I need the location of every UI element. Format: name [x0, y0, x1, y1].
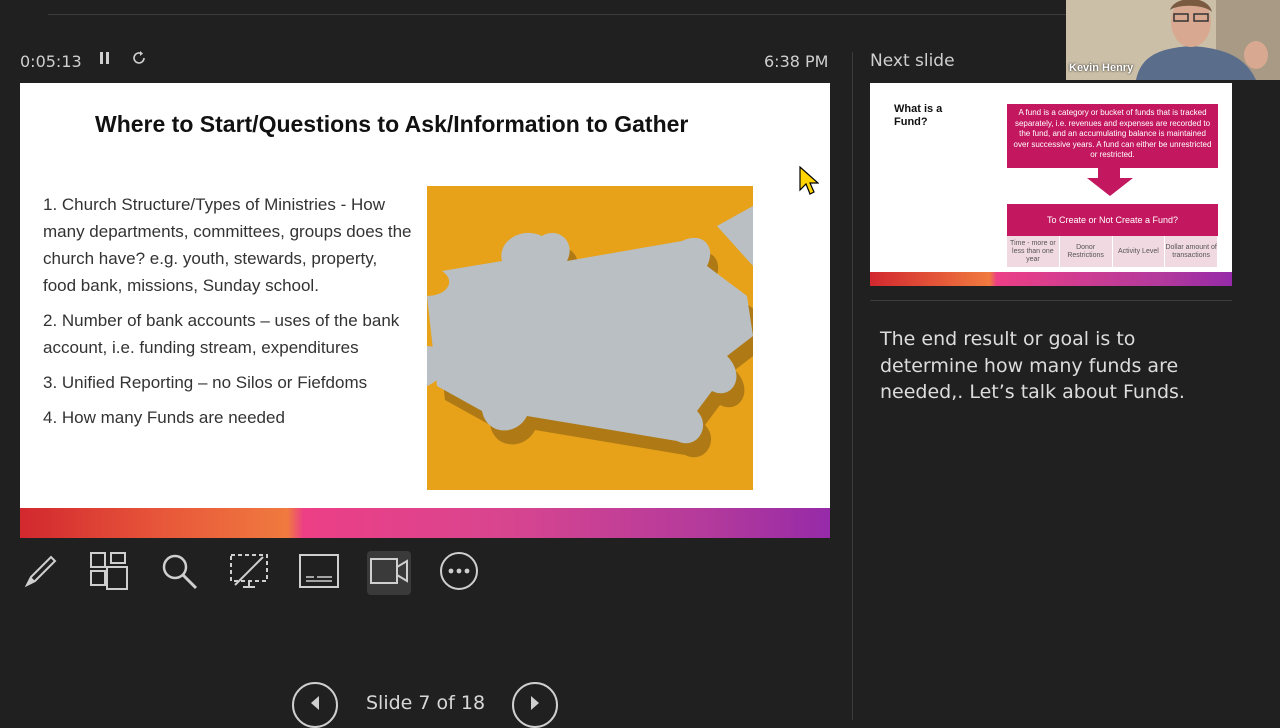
- list-item: 4. How many Funds are needed: [43, 408, 285, 427]
- elapsed-timer: 0:05:13: [20, 52, 82, 71]
- previous-slide-icon: [308, 695, 322, 715]
- criteria-cell: Activity Level: [1113, 236, 1166, 267]
- decision-box: To Create or Not Create a Fund?: [1007, 204, 1218, 236]
- camera-icon: [369, 556, 409, 590]
- subtitles-icon: [298, 553, 340, 593]
- zoom-icon: [159, 551, 199, 595]
- next-slide-footer-bar: [870, 272, 1232, 286]
- restart-icon[interactable]: [131, 50, 147, 70]
- subtitles-button[interactable]: [298, 552, 340, 594]
- slide-bullet-list: 1. Church Structure/Types of Ministries …: [43, 191, 413, 439]
- next-slide-preview[interactable]: What is a Fund? A fund is a category or …: [870, 83, 1232, 286]
- current-time: 6:38 PM: [764, 52, 829, 71]
- speaker-notes[interactable]: The end result or goal is to determine h…: [880, 326, 1220, 406]
- previous-slide-button[interactable]: [292, 682, 338, 728]
- participant-name: Kevin Henry: [1069, 62, 1134, 74]
- laser-pointer-icon: [229, 551, 269, 595]
- puzzle-pieces-image: [427, 186, 753, 490]
- more-options-button[interactable]: [438, 552, 480, 594]
- list-item: 3. Unified Reporting – no Silos or Fiefd…: [43, 373, 368, 392]
- criteria-cell: Dollar amount of transactions: [1165, 236, 1218, 267]
- slide-footer-bar: [20, 508, 830, 538]
- pen-tool-button[interactable]: [20, 552, 62, 594]
- list-item: 1. Church Structure/Types of Ministries …: [43, 195, 412, 295]
- pause-icon[interactable]: [98, 50, 112, 70]
- zoom-button[interactable]: [158, 552, 200, 594]
- current-slide: Where to Start/Questions to Ask/Informat…: [20, 83, 830, 538]
- slides-grid-icon: [89, 551, 129, 595]
- next-slide-button[interactable]: [512, 682, 558, 728]
- window-top-divider: [48, 14, 1066, 15]
- criteria-row: Time - more or less than one year Donor …: [1007, 236, 1218, 267]
- slide-counter: Slide 7 of 18: [366, 692, 486, 714]
- webcam-feed: Kevin Henry: [1066, 0, 1280, 80]
- next-slide-title: What is a Fund?: [894, 103, 943, 128]
- cursor-icon: [799, 165, 820, 200]
- next-slide-label: Next slide: [870, 51, 955, 71]
- fund-definition-box: A fund is a category or bucket of funds …: [1007, 104, 1218, 168]
- see-all-slides-button[interactable]: [88, 552, 130, 594]
- down-arrow-stem: [1098, 168, 1120, 178]
- laser-pointer-button[interactable]: [228, 552, 270, 594]
- down-arrow-icon: [1087, 178, 1133, 196]
- criteria-cell: Time - more or less than one year: [1007, 236, 1060, 267]
- more-options-icon: [439, 551, 479, 595]
- camera-toggle-button[interactable]: [367, 551, 411, 595]
- slide-title: Where to Start/Questions to Ask/Informat…: [95, 111, 689, 137]
- next-slide-icon: [528, 695, 542, 715]
- list-item: 2. Number of bank accounts – uses of the…: [43, 311, 400, 357]
- panel-divider: [852, 52, 853, 720]
- criteria-cell: Donor Restrictions: [1060, 236, 1113, 267]
- notes-divider: [870, 300, 1232, 301]
- pen-icon: [23, 553, 59, 593]
